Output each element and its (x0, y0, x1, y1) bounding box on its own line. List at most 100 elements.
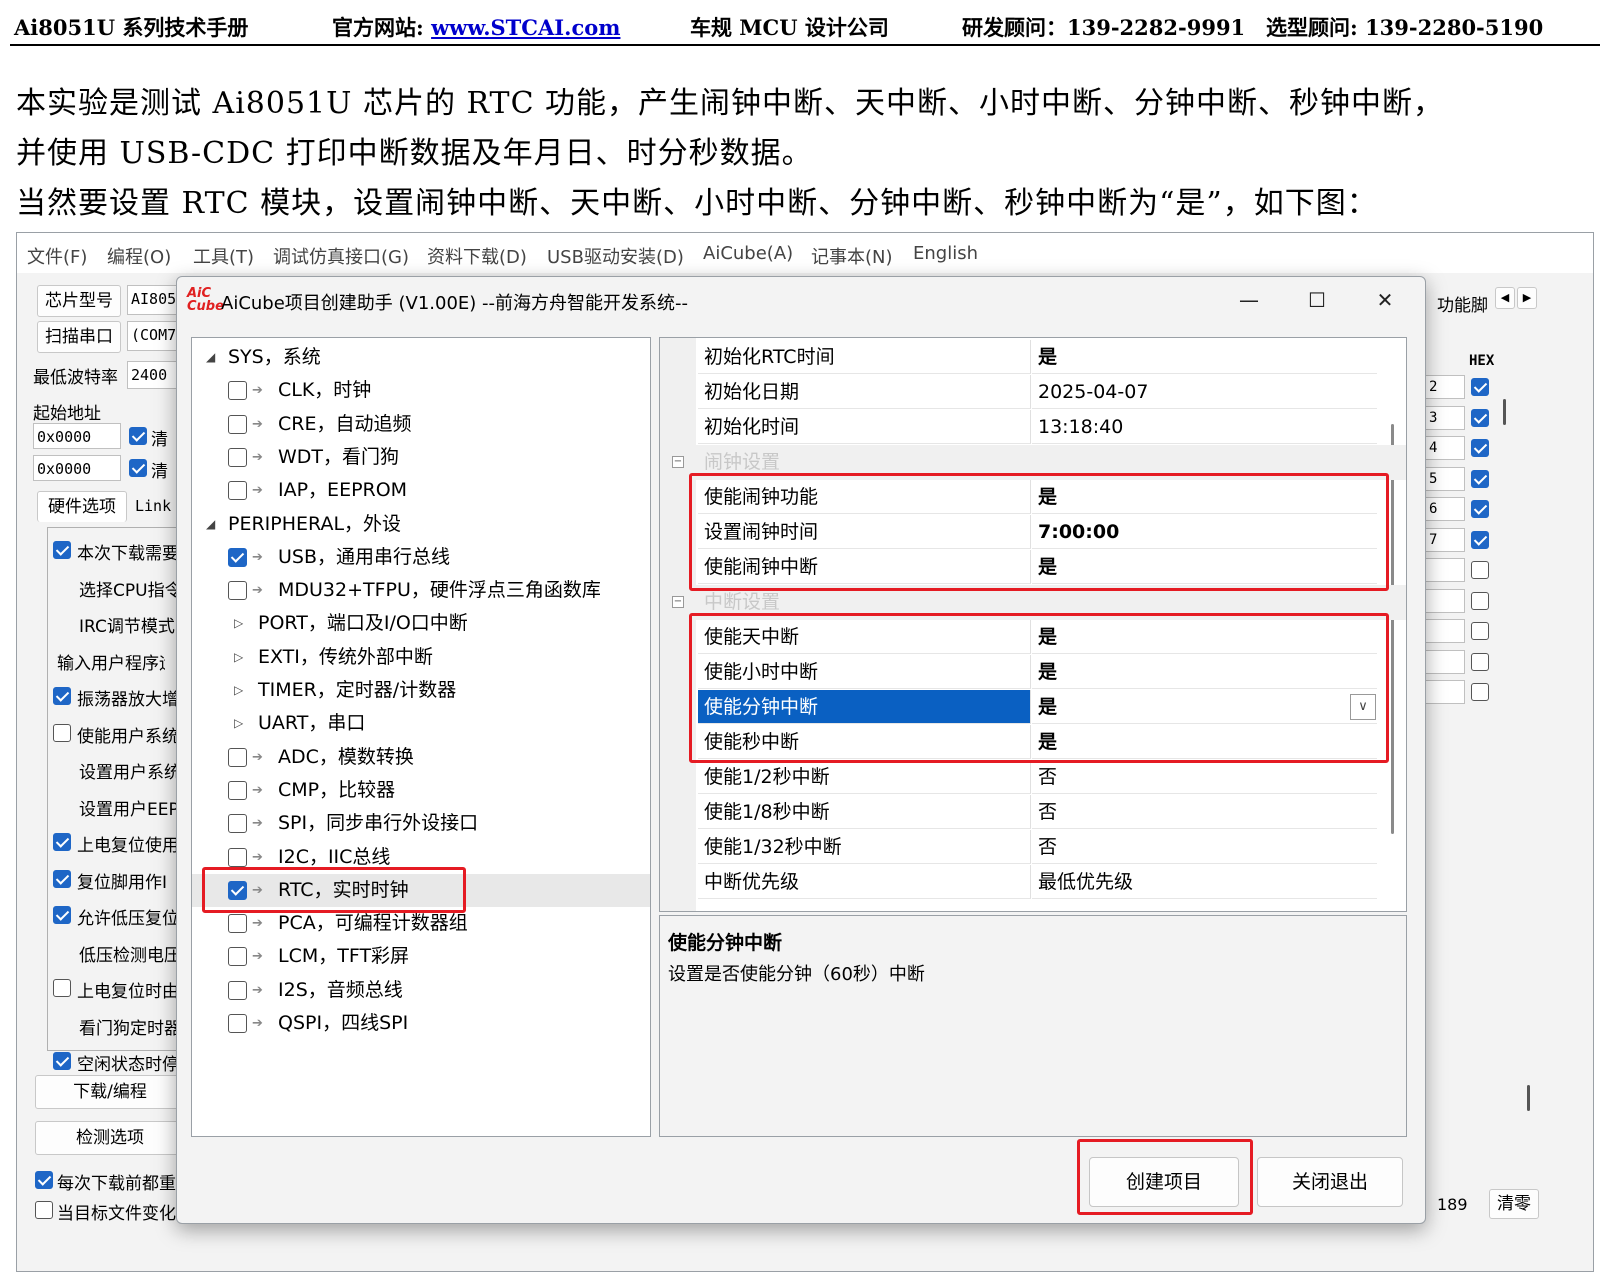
hw-option-checkbox[interactable] (53, 687, 71, 705)
hw-option-checkbox[interactable] (53, 723, 71, 742)
hex-checkbox[interactable] (1471, 378, 1489, 396)
expanded-arrow-icon[interactable]: ◢ (206, 341, 215, 374)
module-checkbox[interactable] (228, 581, 247, 601)
hex-checkbox[interactable] (1471, 530, 1489, 549)
module-checkbox[interactable] (228, 547, 247, 567)
close-exit-button[interactable]: 关闭退出 (1257, 1157, 1403, 1207)
scan-port-button[interactable]: 扫描串口 (37, 321, 121, 353)
module-checkbox[interactable] (228, 447, 247, 467)
property-value[interactable]: 是 (1032, 340, 1377, 374)
pin-value-field[interactable] (1425, 558, 1465, 582)
menu-file[interactable]: 文件(F) (27, 243, 87, 269)
menu-notepad[interactable]: 记事本(N) (811, 243, 893, 269)
tree-item[interactable]: ➔ LCM，TFT彩屏 (192, 940, 650, 973)
hw-option-checkbox[interactable] (53, 979, 71, 997)
site-link[interactable]: www.STCAI.com (431, 15, 620, 40)
collapsed-arrow-icon[interactable]: ▷ (234, 641, 243, 674)
module-checkbox[interactable] (228, 414, 247, 434)
property-row[interactable]: 初始化时间 13:18:40 (660, 410, 1406, 445)
tab-scroll-right-button[interactable]: ▶ (1517, 287, 1537, 309)
pin-value-field[interactable]: 7 (1425, 527, 1465, 552)
maximize-icon[interactable]: ☐ (1297, 283, 1337, 317)
property-row[interactable]: 使能1/32秒中断否 (660, 830, 1406, 865)
minimize-icon[interactable]: — (1229, 283, 1269, 317)
clear-checkbox[interactable] (129, 427, 147, 445)
check-options-button[interactable]: 检测选项 (35, 1121, 185, 1155)
property-row[interactable]: 初始化日期 2025-04-07 (660, 375, 1406, 410)
tree-item[interactable]: ◢ PERIPHERAL，外设 (192, 508, 650, 541)
collapse-box-icon[interactable]: − (672, 596, 684, 608)
module-checkbox[interactable] (228, 481, 247, 501)
menu-program[interactable]: 编程(O) (107, 243, 171, 269)
reload-before-download-checkbox[interactable] (35, 1171, 53, 1189)
clear-checkbox-2[interactable] (129, 459, 147, 477)
tree-item[interactable]: ➔ I2S，音频总线 (192, 974, 650, 1007)
menu-debug[interactable]: 调试仿真接口(G) (273, 243, 409, 269)
hex-checkbox[interactable] (1471, 408, 1489, 427)
module-checkbox[interactable] (228, 980, 247, 1000)
property-row[interactable]: 使能1/2秒中断否 (660, 760, 1406, 795)
hex-checkbox[interactable] (1471, 439, 1489, 457)
hex-checkbox[interactable] (1471, 683, 1489, 701)
pin-value-field[interactable] (1425, 649, 1465, 674)
start-address-field[interactable]: 0x0000 (33, 423, 121, 449)
pin-value-field[interactable]: 4 (1425, 436, 1465, 460)
hex-checkbox[interactable] (1471, 652, 1489, 671)
dialog-titlebar[interactable]: AiC Cube AiCube项目创建助手 (V1.00E) --前海方舟智能开… (177, 277, 1425, 323)
hw-option-checkbox[interactable] (53, 541, 71, 559)
tree-item[interactable]: ▷ TIMER，定时器/计数器 (192, 674, 650, 707)
download-program-button[interactable]: 下载/编程 (35, 1075, 185, 1109)
hex-checkbox[interactable] (1471, 500, 1489, 518)
module-checkbox[interactable] (228, 847, 247, 867)
tree-item[interactable]: ➔ MDU32+TFPU，硬件浮点三角函数库 (192, 574, 650, 607)
module-checkbox[interactable] (228, 381, 247, 401)
module-checkbox[interactable] (228, 780, 247, 800)
menu-english[interactable]: English (913, 243, 978, 264)
tree-item[interactable]: ▷ UART，串口 (192, 707, 650, 740)
tree-item[interactable]: ▷ EXTI，传统外部中断 (192, 641, 650, 674)
right-panel-scrollbar-lower[interactable] (1527, 1085, 1530, 1111)
auto-download-on-change-checkbox[interactable] (35, 1201, 53, 1219)
chip-model-field[interactable]: AI805 (127, 285, 183, 315)
collapse-box-icon[interactable]: − (672, 456, 684, 468)
clear-counter-button[interactable]: 清零 (1489, 1189, 1539, 1219)
menu-tools[interactable]: 工具(T) (193, 243, 254, 269)
expanded-arrow-icon[interactable]: ◢ (206, 508, 215, 541)
tree-item[interactable]: ➔ CLK，时钟 (192, 374, 650, 407)
tab-function-pins[interactable]: 功能脚 (1437, 291, 1488, 316)
module-checkbox[interactable] (228, 947, 247, 967)
tree-item[interactable]: ➔ IAP，EEPROM (192, 474, 650, 507)
menu-download-docs[interactable]: 资料下载(D) (427, 243, 527, 269)
property-value[interactable]: 否 (1032, 830, 1377, 864)
module-checkbox[interactable] (228, 914, 247, 934)
property-row[interactable]: 初始化RTC时间是 (660, 340, 1406, 375)
menu-aicube[interactable]: AiCube(A) (703, 243, 793, 264)
tree-item[interactable]: ➔ QSPI，四线SPI (192, 1007, 650, 1040)
hex-checkbox[interactable] (1471, 561, 1489, 579)
hw-option-checkbox[interactable] (53, 833, 71, 851)
tree-item[interactable]: ➔ CRE，自动追频 (192, 408, 650, 441)
hex-checkbox[interactable] (1471, 622, 1489, 640)
collapsed-arrow-icon[interactable]: ▷ (234, 707, 243, 740)
property-row[interactable]: 中断优先级 最低优先级 (660, 865, 1406, 900)
tab-hardware-options[interactable]: 硬件选项 (37, 491, 127, 522)
hw-option-checkbox[interactable] (53, 869, 71, 888)
tree-item[interactable]: ◢ SYS，系统 (192, 341, 650, 374)
tree-item[interactable]: ➔ CMP，比较器 (192, 774, 650, 807)
tree-item[interactable]: ➔ ADC，模数转换 (192, 741, 650, 774)
module-checkbox[interactable] (228, 814, 247, 834)
pin-value-field[interactable]: 5 (1425, 466, 1465, 491)
property-value[interactable]: 13:18:40 (1032, 410, 1377, 444)
hex-checkbox[interactable] (1471, 469, 1489, 488)
property-value[interactable]: 最低优先级 (1032, 865, 1377, 899)
pin-value-field[interactable] (1425, 619, 1465, 643)
baud-select[interactable]: 2400 (127, 361, 183, 389)
start-address-field-2[interactable]: 0x0000 (33, 455, 121, 481)
hw-option-checkbox[interactable] (53, 906, 71, 924)
module-checkbox[interactable] (228, 747, 247, 767)
property-value[interactable]: 否 (1032, 760, 1377, 794)
tree-item[interactable]: ➔ SPI，同步串行外设接口 (192, 807, 650, 840)
tab-scroll-left-button[interactable]: ◀ (1495, 287, 1515, 309)
pin-value-field[interactable]: 2 (1425, 375, 1465, 399)
tree-item[interactable]: ➔ WDT，看门狗 (192, 441, 650, 474)
